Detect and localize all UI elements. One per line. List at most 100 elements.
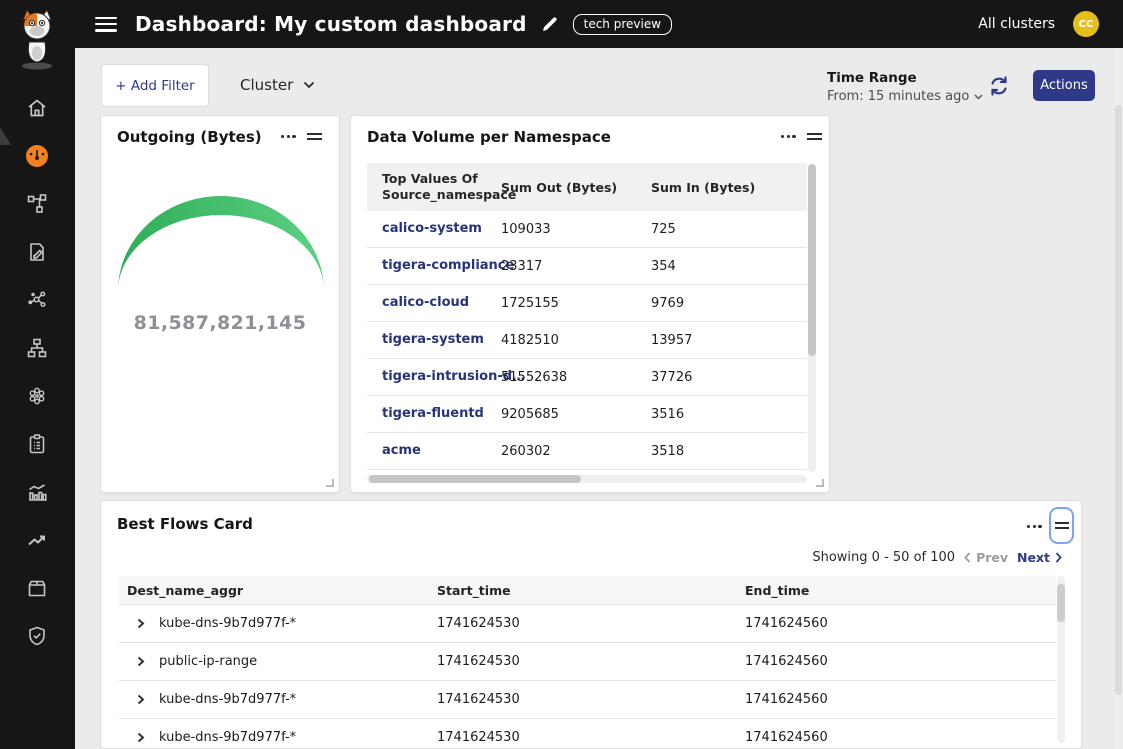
sum-in-value: 725: [651, 222, 807, 237]
flows-icon[interactable]: [22, 285, 52, 315]
namespace-link[interactable]: calico-cloud: [382, 295, 469, 310]
honeycomb-icon[interactable]: [22, 381, 52, 411]
pagination: Showing 0 - 50 of 100 Prev Next: [812, 550, 1062, 565]
sum-out-value: 23317: [501, 259, 651, 274]
namespace-link[interactable]: tigera-fluentd: [382, 406, 484, 421]
card-drag-handle-icon[interactable]: [803, 129, 826, 144]
column-header: End_time: [745, 583, 1056, 598]
clipboard-icon[interactable]: [22, 429, 52, 459]
table-vertical-scrollbar[interactable]: [808, 164, 816, 472]
time-range-label: Time Range: [827, 70, 983, 86]
namespace-link[interactable]: tigera-system: [382, 332, 484, 347]
card-drag-handle-icon[interactable]: [303, 129, 326, 144]
best-flows-card: Best Flows Card Showing 0 - 50 of 100 Pr…: [100, 500, 1082, 749]
time-range-value-dropdown[interactable]: From: 15 minutes ago: [827, 89, 983, 104]
card-menu-ellipsis-icon[interactable]: [1023, 521, 1046, 532]
sum-out-value: 1725155: [501, 296, 651, 311]
page-vertical-scrollbar[interactable]: [1114, 48, 1123, 749]
prev-page-button[interactable]: Prev: [964, 550, 1008, 565]
next-page-button[interactable]: Next: [1017, 550, 1062, 565]
service-graph-icon[interactable]: [22, 189, 52, 219]
card-title: Data Volume per Namespace: [367, 128, 611, 146]
sum-out-value: 9205685: [501, 407, 651, 422]
actions-button[interactable]: Actions: [1033, 70, 1095, 101]
policy-edit-icon[interactable]: [22, 237, 52, 267]
table-vertical-scrollbar[interactable]: [1057, 576, 1065, 743]
chevron-left-icon: [964, 552, 971, 563]
best-flows-table: Dest_name_aggr Start_time End_time kube-…: [119, 576, 1056, 749]
column-header: Dest_name_aggr: [119, 583, 437, 598]
start-time: 1741624530: [437, 730, 745, 745]
scrollbar-thumb[interactable]: [808, 164, 816, 356]
tech-preview-badge: tech preview: [573, 14, 672, 35]
expand-chevron-icon[interactable]: [135, 618, 146, 629]
table-row-expandable[interactable]: public-ip-range 1741624530 1741624560: [119, 643, 1056, 681]
column-header: Sum Out (Bytes): [501, 180, 651, 195]
table-row-expandable[interactable]: kube-dns-9b7d977f-* 1741624530 174162456…: [119, 719, 1056, 749]
page-title: Dashboard: My custom dashboard: [135, 12, 527, 36]
gauge-arc: [101, 171, 340, 331]
box-icon[interactable]: [22, 573, 52, 603]
sum-in-value: 13957: [651, 333, 807, 348]
table-row: calico-system 109033 725: [367, 211, 807, 248]
card-title: Outgoing (Bytes): [117, 128, 262, 146]
scrollbar-thumb[interactable]: [1115, 105, 1122, 695]
expand-chevron-icon[interactable]: [135, 694, 146, 705]
outgoing-bytes-card: Outgoing (Bytes) 81,587,821,145: [100, 115, 340, 493]
expand-chevron-icon[interactable]: [135, 732, 146, 743]
card-drag-handle-focused[interactable]: [1049, 507, 1074, 544]
table-row-expandable[interactable]: kube-dns-9b7d977f-* 1741624530 174162456…: [119, 605, 1056, 643]
sum-out-value: 109033: [501, 222, 651, 237]
all-clusters-selector[interactable]: All clusters: [978, 16, 1055, 32]
dest-name: kube-dns-9b7d977f-*: [159, 692, 296, 707]
table-row-expandable[interactable]: kube-dns-9b7d977f-* 1741624530 174162456…: [119, 681, 1056, 719]
sum-in-value: 354: [651, 259, 807, 274]
shield-check-icon[interactable]: [22, 621, 52, 651]
dest-name: kube-dns-9b7d977f-*: [159, 730, 296, 745]
end-time: 1741624560: [745, 616, 1056, 631]
bar-chart-icon[interactable]: [22, 477, 52, 507]
trend-arrow-icon[interactable]: [22, 525, 52, 555]
sum-out-value: 260302: [501, 444, 651, 459]
table-header-row: Top Values Of Source_namespace Sum Out (…: [367, 163, 807, 211]
chevron-down-icon: [974, 94, 983, 100]
calico-cat-logo[interactable]: [12, 8, 62, 72]
card-resize-handle[interactable]: [326, 479, 334, 487]
namespace-link[interactable]: acme: [382, 443, 421, 458]
avatar[interactable]: CC: [1073, 11, 1099, 37]
table-horizontal-scrollbar[interactable]: [367, 475, 807, 483]
namespace-link[interactable]: calico-system: [382, 221, 482, 236]
cluster-dropdown-label: Cluster: [240, 76, 293, 94]
sidebar-notch: [0, 127, 11, 145]
chevron-right-icon: [1055, 552, 1062, 563]
sum-in-value: 9769: [651, 296, 807, 311]
scrollbar-thumb[interactable]: [1057, 584, 1065, 622]
home-icon[interactable]: [22, 93, 52, 123]
dest-name: kube-dns-9b7d977f-*: [159, 616, 296, 631]
showing-range-text: Showing 0 - 50 of 100: [812, 550, 955, 565]
refresh-icon[interactable]: [987, 74, 1011, 98]
card-menu-ellipsis-icon[interactable]: [777, 131, 800, 142]
namespace-link[interactable]: tigera-compliance: [382, 258, 514, 273]
table-row: tigera-compliance 23317 354: [367, 248, 807, 285]
card-resize-handle[interactable]: [816, 479, 824, 487]
sum-in-value: 3518: [651, 444, 807, 459]
table-row: tigera-fluentd 9205685 3516: [367, 396, 807, 433]
table-header-row: Dest_name_aggr Start_time End_time: [119, 576, 1056, 605]
card-menu-ellipsis-icon[interactable]: [277, 131, 300, 142]
gauge-icon[interactable]: [22, 141, 52, 171]
column-header: Top Values Of Source_namespace: [367, 171, 501, 202]
add-filter-button[interactable]: + Add Filter: [101, 64, 209, 107]
expand-chevron-icon[interactable]: [135, 656, 146, 667]
card-title: Best Flows Card: [117, 515, 253, 533]
scrollbar-thumb[interactable]: [369, 475, 581, 483]
sum-in-value: 3516: [651, 407, 807, 422]
time-range-control: Time Range From: 15 minutes ago: [827, 70, 983, 104]
menu-hamburger-icon[interactable]: [95, 17, 117, 32]
sitemap-icon[interactable]: [22, 333, 52, 363]
cluster-dropdown[interactable]: Cluster: [240, 76, 315, 94]
top-header: Dashboard: My custom dashboard tech prev…: [75, 0, 1123, 48]
edit-title-pencil-icon[interactable]: [541, 15, 559, 33]
data-volume-table: Top Values Of Source_namespace Sum Out (…: [367, 163, 807, 470]
start-time: 1741624530: [437, 692, 745, 707]
